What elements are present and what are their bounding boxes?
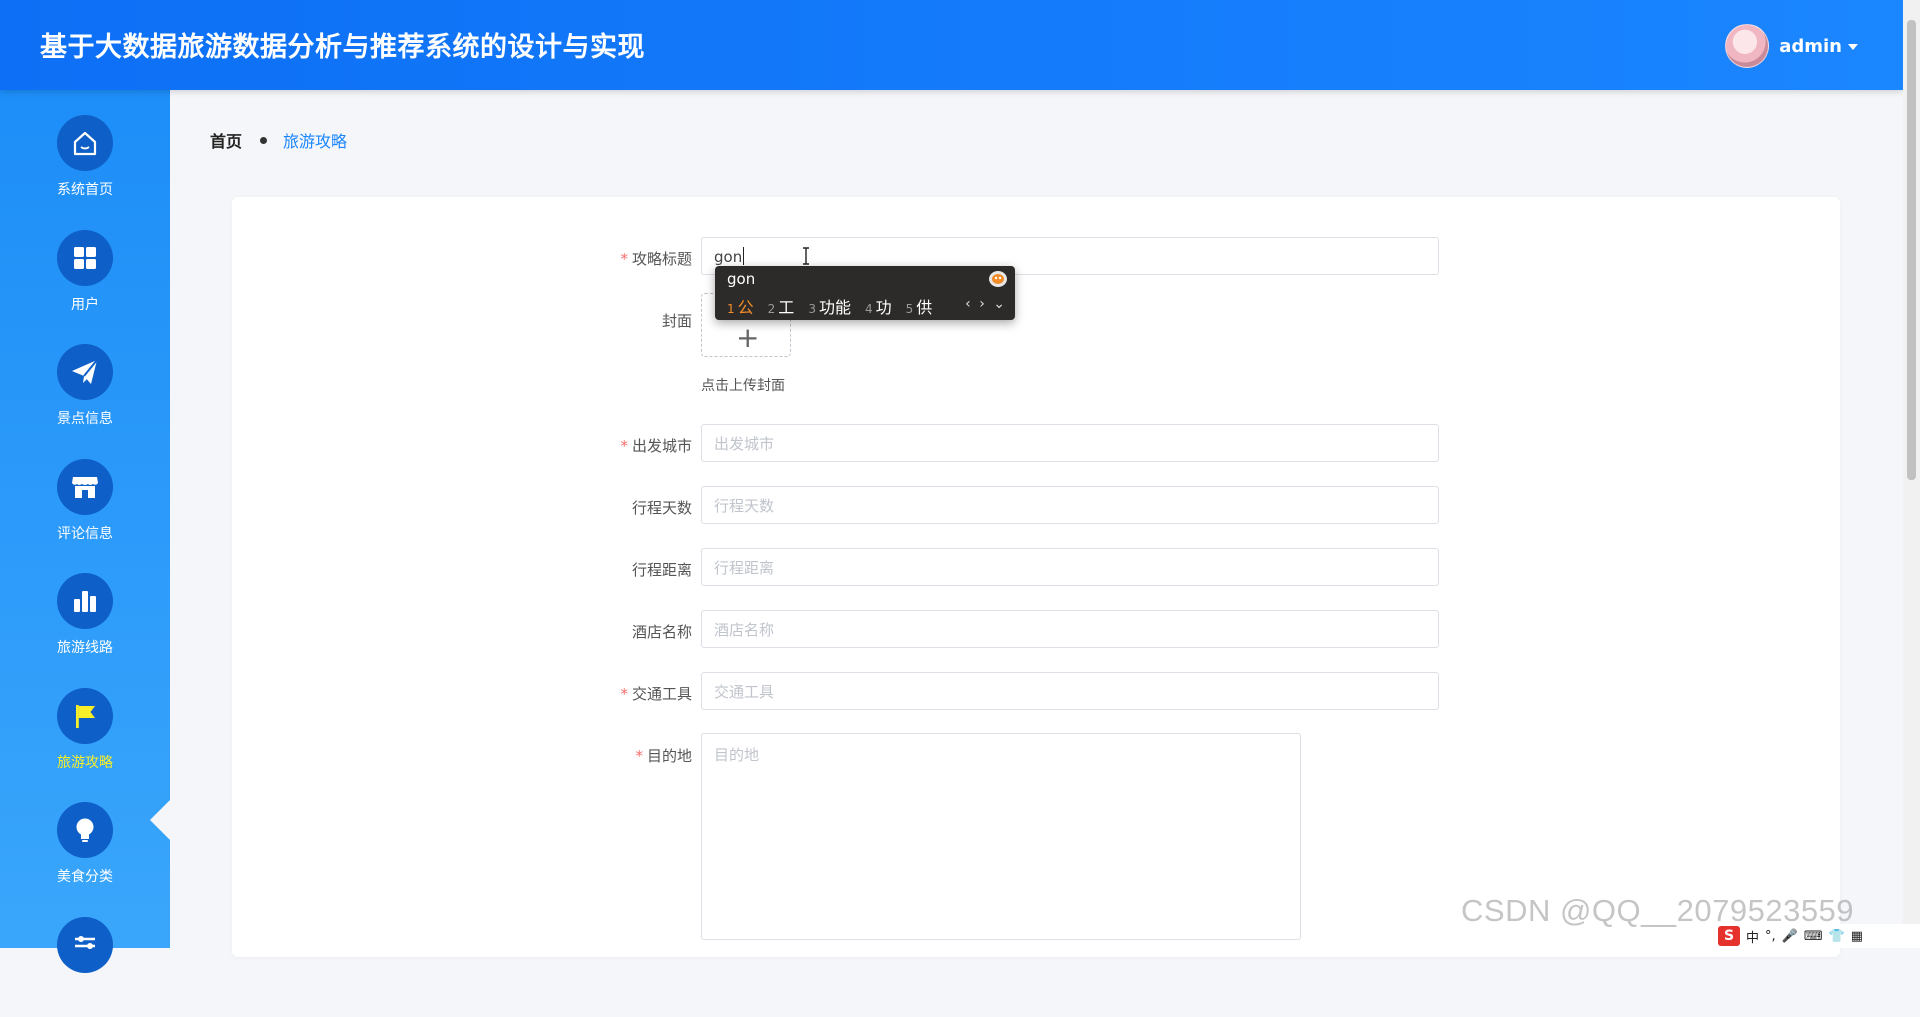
top-header: 基于大数据旅游数据分析与推荐系统的设计与实现 admin	[0, 0, 1903, 90]
sidebar: 系统首页 用户 景点信息 评论信息 旅游线路 旅游攻略 美食分类	[0, 90, 170, 973]
ime-page-arrows[interactable]: ‹ › ⌄	[965, 296, 1007, 312]
sidebar-item-routes[interactable]: 旅游线路	[0, 573, 170, 673]
sidebar-item-label: 美食分类	[57, 869, 113, 885]
trip-distance-label: 行程距离	[631, 561, 692, 579]
keyboard-icon[interactable]: ⌨	[1804, 929, 1823, 944]
trip-days-input[interactable]: 行程天数	[701, 486, 1439, 524]
active-indicator	[150, 800, 170, 840]
ime-candidate-popup: gon 1公 2工 3 功能 4功 5供 ‹ › ⌄	[715, 266, 1015, 320]
ime-toolbar: S 中 °, 🎤 ⌨ 👕 ▦	[1718, 924, 1920, 948]
required-mark: *	[620, 250, 628, 268]
user-avatar[interactable]	[1725, 24, 1770, 68]
title-label: * 攻略标题	[620, 250, 692, 268]
breadcrumb-separator	[260, 136, 268, 144]
required-mark: *	[620, 685, 628, 703]
shop-icon	[72, 477, 98, 498]
ime-candidate[interactable]: 2工	[768, 294, 795, 318]
ime-composition-text: gon	[727, 270, 756, 288]
username[interactable]: admin	[1779, 36, 1842, 57]
chevron-down-icon[interactable]	[1848, 44, 1858, 50]
transport-input[interactable]: 交通工具	[701, 672, 1439, 710]
sidebar-item-attractions[interactable]: 景点信息	[0, 344, 170, 444]
paper-plane-icon	[72, 359, 98, 384]
departure-city-input[interactable]: 出发城市	[701, 424, 1439, 462]
departure-city-label: * 出发城市	[620, 437, 692, 455]
destination-textarea[interactable]: 目的地	[701, 733, 1301, 940]
flag-icon	[76, 705, 95, 728]
app-title: 基于大数据旅游数据分析与推荐系统的设计与实现	[40, 32, 645, 63]
grid-icon	[74, 247, 96, 269]
lightbulb-icon	[76, 818, 94, 842]
plus-icon: +	[736, 321, 760, 354]
sidebar-item-comments[interactable]: 评论信息	[0, 459, 170, 559]
cover-label: 封面	[661, 312, 692, 330]
ime-candidate[interactable]: 1公	[727, 294, 754, 318]
bar-chart-icon	[74, 591, 96, 612]
sidebar-item-home[interactable]: 系统首页	[0, 115, 170, 215]
user-menu[interactable]: admin	[1725, 24, 1858, 68]
caret	[743, 247, 745, 265]
sidebar-item-label: 系统首页	[57, 182, 113, 198]
trip-distance-input[interactable]: 行程距离	[701, 548, 1439, 586]
ime-candidate[interactable]: 4功	[865, 294, 892, 318]
required-mark: *	[620, 437, 628, 455]
breadcrumb-home[interactable]: 首页	[210, 128, 242, 152]
transport-label: * 交通工具	[620, 685, 692, 703]
sidebar-item-label: 景点信息	[57, 411, 113, 427]
text-cursor-icon	[803, 247, 809, 265]
sidebar-item-label: 旅游攻略	[57, 755, 113, 771]
breadcrumb: 首页 旅游攻略	[210, 128, 347, 152]
sidebar-item-label: 旅游线路	[57, 640, 113, 656]
hotel-name-label: 酒店名称	[631, 623, 692, 641]
sidebar-item-label: 用户	[71, 297, 99, 313]
ime-logo-icon[interactable]	[989, 271, 1007, 287]
microphone-icon[interactable]: 🎤	[1782, 929, 1798, 944]
ime-language-toggle[interactable]: 中	[1746, 927, 1759, 946]
home-icon	[73, 131, 97, 156]
breadcrumb-current[interactable]: 旅游攻略	[283, 128, 347, 152]
sogou-logo-icon[interactable]: S	[1718, 926, 1740, 946]
ime-candidate[interactable]: 5供	[906, 294, 933, 318]
destination-label: * 目的地	[635, 747, 692, 765]
cover-upload-hint: 点击上传封面	[701, 378, 785, 394]
sidebar-item-users[interactable]: 用户	[0, 230, 170, 330]
sidebar-item-label: 评论信息	[57, 526, 113, 542]
sliders-icon	[75, 936, 95, 949]
ime-punctuation-toggle[interactable]: °,	[1765, 929, 1776, 944]
sidebar-item-food[interactable]: 美食分类	[0, 802, 170, 902]
sidebar-item-guides[interactable]: 旅游攻略	[0, 688, 170, 788]
hotel-name-input[interactable]: 酒店名称	[701, 610, 1439, 648]
required-mark: *	[635, 747, 643, 765]
apps-grid-icon[interactable]: ▦	[1851, 929, 1863, 944]
shirt-icon[interactable]: 👕	[1829, 929, 1845, 944]
ime-candidate-list: 1公 2工 3 功能 4功 5供	[727, 294, 946, 318]
ime-candidate[interactable]: 3 功能	[808, 294, 851, 318]
trip-days-label: 行程天数	[631, 499, 692, 517]
scrollbar-thumb[interactable]	[1907, 20, 1916, 480]
sidebar-item-settings[interactable]	[0, 917, 170, 1017]
